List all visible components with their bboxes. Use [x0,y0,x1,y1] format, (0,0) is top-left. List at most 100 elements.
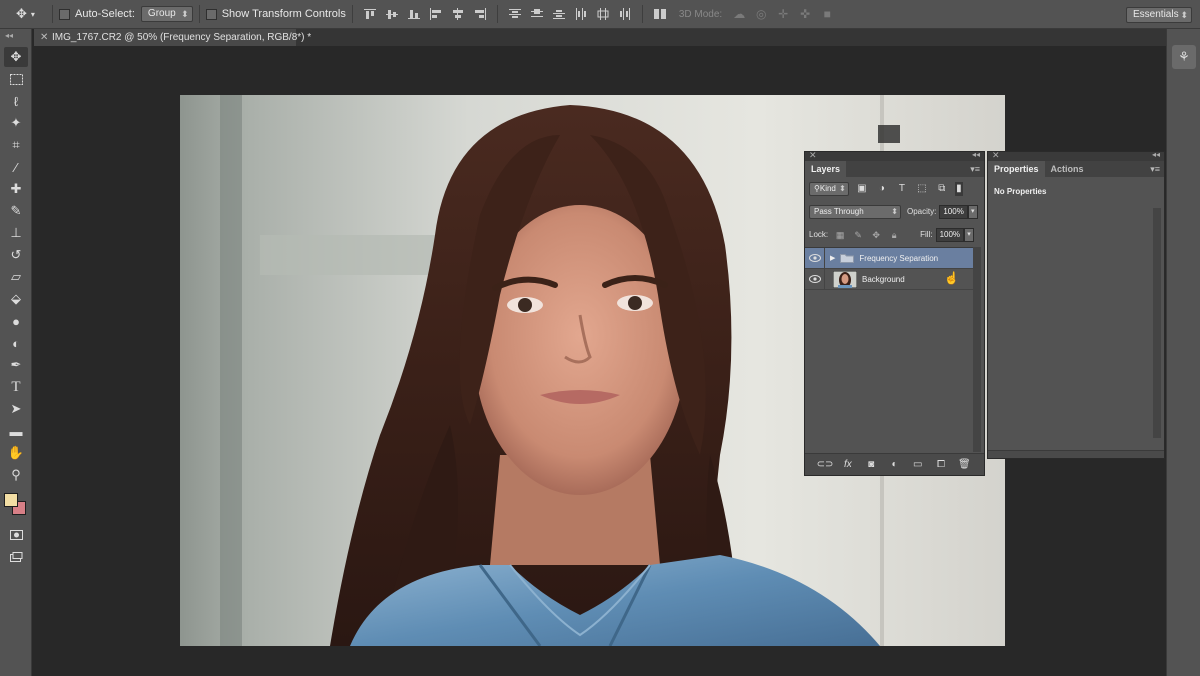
blend-mode-dropdown[interactable]: Pass Through [809,204,901,219]
visibility-eye-icon[interactable] [805,268,825,290]
3d-pan-icon[interactable]: ✛ [774,6,792,22]
pen-tool-icon[interactable]: ✒ [4,355,28,375]
3d-slide-icon[interactable]: ✜ [796,6,814,22]
distribute-top-icon[interactable] [506,6,524,22]
lock-transparent-icon[interactable]: ▦ [834,229,846,241]
panel-menu-icon[interactable]: ▾≡ [970,161,980,177]
tab-properties[interactable]: Properties [988,161,1045,177]
panel-header[interactable]: ✕ ◂◂ [805,150,984,161]
expand-group-icon[interactable]: ▶ [830,254,835,262]
close-panel-icon[interactable]: ✕ [809,150,817,161]
lock-image-icon[interactable]: ✎ [852,229,864,241]
workspace-dropdown[interactable]: Essentials [1126,7,1192,23]
blur-tool-icon[interactable]: ● [4,311,28,331]
visibility-eye-icon[interactable] [805,247,825,269]
auto-align-layers-icon[interactable] [651,6,669,22]
lock-all-icon[interactable]: 🔒︎ [888,229,900,241]
filter-kind-dropdown[interactable]: ⚲Kind [809,181,849,196]
fill-field[interactable]: 100% [935,227,965,242]
align-bottom-icon[interactable] [405,6,423,22]
divider [496,5,498,23]
history-brush-tool-icon[interactable]: ↺ [4,245,28,265]
pixel-filter-icon[interactable]: ▣ [855,182,869,196]
auto-select-dropdown[interactable]: Group [140,6,193,22]
paint-bucket-tool-icon[interactable]: ⬙ [4,289,28,309]
layer-row-background[interactable]: Background ☝ [805,268,973,290]
document-tab[interactable]: ✕ IMG_1767.CR2 @ 50% (Frequency Separati… [34,29,311,46]
panel-collapse-grip[interactable]: ◂◂ [0,29,31,45]
distribute-left-icon[interactable] [572,6,590,22]
show-transform-label: Show Transform Controls [221,8,346,20]
path-selection-tool-icon[interactable]: ➤ [4,399,28,419]
align-vcenter-icon[interactable] [383,6,401,22]
filter-toggle-icon[interactable]: ▮ [954,181,963,196]
options-bar: ✥▾ Auto-Select: Group Show Transform Con… [0,0,1200,29]
no-properties-text: No Properties [994,187,1047,196]
brush-tool-icon[interactable]: ✎ [4,201,28,221]
panel-header[interactable]: ✕ ◂◂ [988,150,1164,161]
properties-scrollbar[interactable] [1153,208,1161,438]
healing-brush-tool-icon[interactable]: ✚ [4,179,28,199]
marquee-tool-icon[interactable] [4,69,28,89]
screen-mode-icon[interactable] [4,547,28,567]
smart-object-filter-icon[interactable]: ⧉ [935,182,949,196]
align-right-icon[interactable] [471,6,489,22]
type-filter-icon[interactable]: T [895,182,909,196]
eyedropper-tool-icon[interactable]: ⁄ [4,157,28,177]
move-tool-icon[interactable]: ✥ [4,47,28,67]
distribute-bottom-icon[interactable] [550,6,568,22]
collapse-panel-icon[interactable]: ◂◂ [972,150,980,159]
add-mask-icon[interactable]: ◙ [863,458,879,472]
magic-wand-tool-icon[interactable]: ✦ [4,113,28,133]
adjustment-layer-icon[interactable]: ◐ [886,458,902,472]
collapse-panel-icon[interactable]: ◂◂ [1152,150,1160,159]
libraries-panel-icon[interactable]: ⚘ [1172,45,1196,69]
close-tab-icon[interactable]: ✕ [40,29,48,46]
distribute-vcenter-icon[interactable] [528,6,546,22]
quick-mask-icon[interactable] [4,525,28,545]
foreground-color-swatch[interactable] [4,493,18,507]
lasso-tool-icon[interactable]: ℓ [4,91,28,111]
3d-orbit-icon[interactable]: ☁ [730,6,748,22]
3d-roll-icon[interactable]: ◎ [752,6,770,22]
lock-position-icon[interactable]: ✥ [870,229,882,241]
tab-layers[interactable]: Layers [805,161,847,177]
layer-style-fx-icon[interactable]: fx [840,458,856,472]
zoom-tool-icon[interactable]: ⚲ [4,465,28,485]
fill-slider-button[interactable]: ▾ [964,227,975,242]
dodge-tool-icon[interactable]: ◐ [4,333,28,353]
align-left-icon[interactable] [427,6,445,22]
link-layers-icon[interactable]: ⊂⊃ [817,458,834,472]
layers-scrollbar[interactable] [973,247,981,452]
new-group-icon[interactable]: ▭ [910,458,926,472]
layer-row-frequency-separation[interactable]: ▶ Frequency Separation [805,247,973,269]
opacity-slider-button[interactable]: ▾ [967,204,978,219]
align-hcenter-icon[interactable] [449,6,467,22]
shape-filter-icon[interactable]: ⬚ [915,182,929,196]
tab-actions[interactable]: Actions [1045,161,1090,177]
3d-mode-label: 3D Mode: [678,8,723,20]
auto-select-checkbox[interactable] [59,8,70,20]
divider [351,5,353,23]
opacity-field[interactable]: 100% [939,204,968,219]
distribute-hcenter-icon[interactable] [594,6,612,22]
adjustment-filter-icon[interactable]: ◑ [875,182,889,196]
move-tool-preset-icon[interactable]: ✥ ▾ [16,4,46,24]
crop-tool-icon[interactable]: ⌗ [4,135,28,155]
new-layer-icon[interactable]: ⧠ [933,458,949,472]
lock-fill-row: Lock: ▦ ✎ ✥ 🔒︎ Fill: 100% ▾ [805,223,984,246]
panel-menu-icon[interactable]: ▾≡ [1150,161,1160,177]
close-panel-icon[interactable]: ✕ [992,150,1000,161]
show-transform-checkbox[interactable] [205,8,217,20]
hand-tool-icon[interactable]: ✋ [4,443,28,463]
3d-scale-icon[interactable]: ■ [818,6,836,22]
layer-name: Frequency Separation [859,253,939,263]
delete-layer-icon[interactable]: 🗑︎ [956,458,972,472]
panel-resize-grip[interactable] [988,450,1164,458]
rectangle-tool-icon[interactable]: ▬ [4,421,28,441]
clone-stamp-tool-icon[interactable]: ⊥ [4,223,28,243]
align-top-icon[interactable] [361,6,379,22]
eraser-tool-icon[interactable]: ▱ [4,267,28,287]
distribute-right-icon[interactable] [616,6,634,22]
type-tool-icon[interactable]: T [4,377,28,397]
